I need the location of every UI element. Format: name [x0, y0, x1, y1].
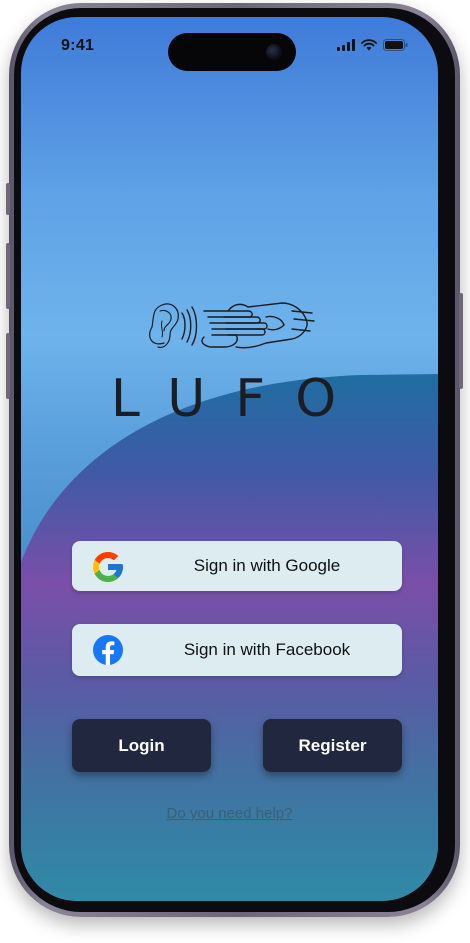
volume-up-button: [6, 243, 10, 309]
power-button: [459, 293, 463, 389]
status-icons: [337, 39, 408, 51]
sign-in-google-button[interactable]: Sign in with Google: [72, 541, 402, 591]
action-button: [6, 183, 10, 215]
cellular-signal-icon: [337, 39, 355, 51]
facebook-icon: [93, 635, 123, 665]
status-bar: 9:41: [21, 17, 438, 77]
volume-down-button: [6, 333, 10, 399]
google-icon: [93, 552, 123, 582]
status-time: 9:41: [61, 37, 95, 54]
ear-and-hand-sign-logo: [149, 302, 315, 349]
sign-in-facebook-button[interactable]: Sign in with Facebook: [72, 624, 402, 676]
dynamic-island: [168, 33, 296, 71]
battery-icon: [383, 39, 408, 51]
wifi-icon: [361, 39, 377, 51]
front-camera: [266, 44, 282, 60]
login-button[interactable]: Login: [72, 719, 211, 772]
app-screen: 9:41 LUFO Sign in with Google Sign in wi…: [21, 17, 438, 901]
brand-name: LUFO: [110, 369, 367, 429]
register-button[interactable]: Register: [263, 719, 402, 772]
facebook-button-label: Sign in with Facebook: [183, 640, 351, 659]
google-button-label: Sign in with Google: [193, 556, 341, 575]
help-link[interactable]: Do you need help?: [21, 805, 438, 822]
